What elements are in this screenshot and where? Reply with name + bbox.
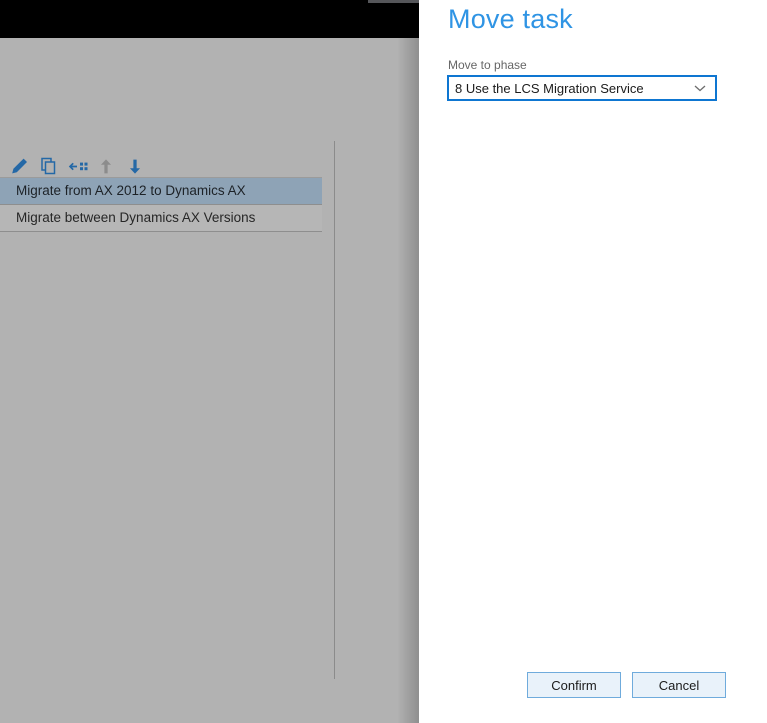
move-task-dialog: Move task Move to phase 8 Use the LCS Mi… [419, 0, 767, 723]
task-list: Migrate from AX 2012 to Dynamics AX Migr… [0, 177, 322, 232]
left-panel: Migrate from AX 2012 to Dynamics AX Migr… [0, 0, 419, 723]
edit-button[interactable] [8, 153, 30, 179]
top-black-bar [0, 0, 419, 38]
edit-icon [10, 157, 29, 176]
chevron-down-icon [694, 85, 706, 92]
move-to-phase-label: Move to phase [448, 58, 527, 72]
phase-dropdown[interactable]: 8 Use the LCS Migration Service [447, 75, 717, 101]
panel-edge-shadow [397, 38, 419, 723]
top-gray-strip [368, 0, 419, 3]
confirm-button[interactable]: Confirm [527, 672, 621, 698]
move-up-button[interactable] [95, 153, 117, 179]
move-down-icon [126, 157, 144, 176]
task-toolbar [8, 152, 153, 180]
task-row[interactable]: Migrate between Dynamics AX Versions [0, 205, 322, 232]
move-up-icon [97, 157, 115, 176]
move-left-icon [67, 161, 88, 172]
move-down-button[interactable] [124, 153, 146, 179]
dialog-title: Move task [448, 4, 573, 34]
copy-icon [39, 157, 58, 176]
move-left-button[interactable] [66, 153, 88, 179]
task-row-selected[interactable]: Migrate from AX 2012 to Dynamics AX [0, 178, 322, 205]
phase-dropdown-value: 8 Use the LCS Migration Service [455, 80, 644, 96]
vertical-divider [334, 141, 335, 679]
copy-button[interactable] [37, 153, 59, 179]
cancel-button[interactable]: Cancel [632, 672, 726, 698]
